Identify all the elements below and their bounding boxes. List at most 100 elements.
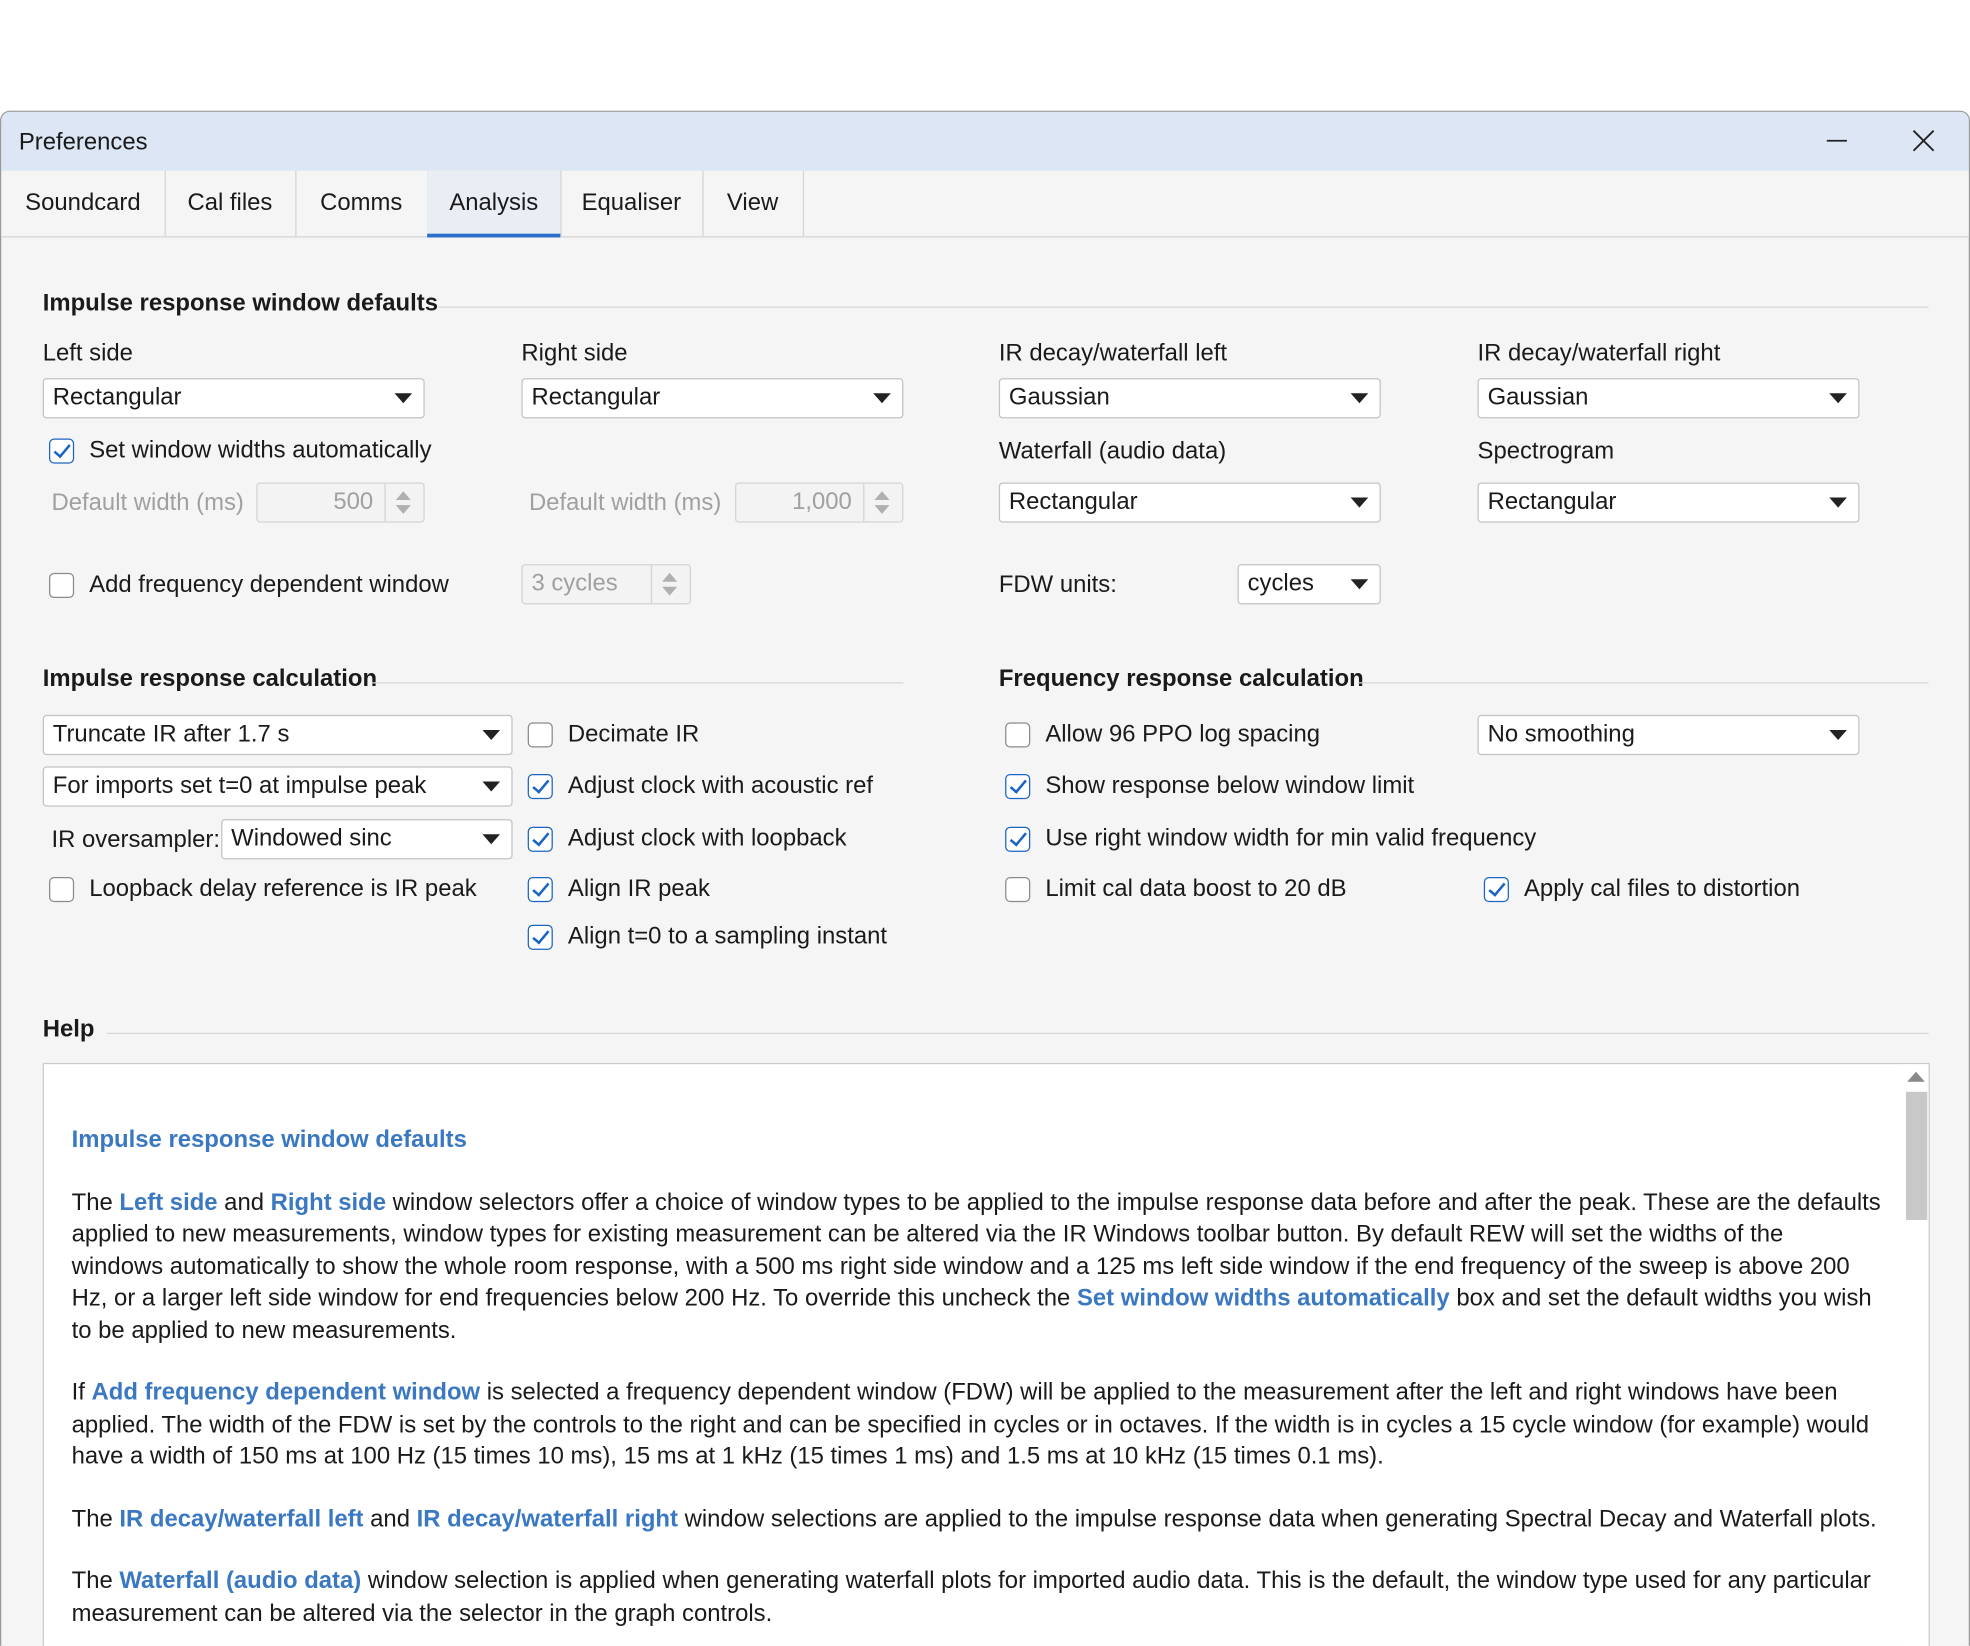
tab-comms[interactable]: Comms [295, 170, 429, 237]
help-keyword: Set window widths automatically [1076, 1285, 1450, 1312]
decay-right-select[interactable]: Gaussian [1477, 378, 1860, 419]
help-text: Impulse response window defaults The Lef… [72, 1124, 1881, 1645]
checkbox-icon [527, 722, 553, 748]
fdw-units-select[interactable]: cycles [1237, 564, 1381, 605]
tab-cal-files[interactable]: Cal files [165, 170, 297, 237]
minimize-icon [1826, 139, 1847, 142]
select-value: Rectangular [531, 384, 661, 411]
tab-label: Analysis [449, 189, 539, 217]
help-paragraph: The Waterfall (audio data) window select… [72, 1565, 1881, 1629]
down-arrow-icon [395, 505, 411, 514]
fdw-units-label: FDW units: [998, 571, 1117, 599]
tab-soundcard[interactable]: Soundcard [1, 170, 166, 237]
up-arrow-icon [874, 491, 890, 501]
left-side-select[interactable]: Rectangular [42, 378, 425, 419]
spectrogram-label: Spectrogram [1477, 438, 1615, 465]
scrollbar-thumb[interactable] [1905, 1091, 1928, 1220]
section-divider [1358, 682, 1929, 684]
select-value: Gaussian [1487, 384, 1589, 411]
help-text-run: and [363, 1505, 417, 1533]
decay-right-label: IR decay/waterfall right [1477, 340, 1721, 367]
checkbox-label: Loopback delay reference is IR peak [89, 875, 477, 903]
checkbox-icon [1005, 773, 1031, 800]
help-paragraph: The Left side and Right side window sele… [72, 1187, 1881, 1347]
chevron-down-icon [1350, 393, 1369, 404]
right-side-label: Right side [521, 340, 628, 367]
chevron-down-icon [873, 393, 891, 404]
right-side-select[interactable]: Rectangular [521, 378, 904, 419]
checkbox-label: Limit cal data boost to 20 dB [1045, 875, 1347, 903]
checkbox-label: Use right window width for min valid fre… [1045, 825, 1537, 852]
tab-label: Equaliser [581, 189, 682, 217]
up-arrow-icon [662, 572, 678, 582]
checkbox-label: Apply cal files to distortion [1524, 875, 1801, 903]
smoothing-select[interactable]: No smoothing [1477, 714, 1860, 756]
oversampler-label: IR oversampler: [51, 826, 221, 854]
tab-view[interactable]: View [702, 170, 805, 237]
tab-label: Soundcard [25, 189, 141, 217]
help-pane[interactable]: Impulse response window defaults The Lef… [42, 1062, 1930, 1646]
tab-equaliser[interactable]: Equaliser [560, 170, 704, 237]
window-title: Preferences [18, 129, 148, 156]
tab-label: Comms [320, 189, 403, 217]
oversampler-select[interactable]: Windowed sinc [221, 819, 513, 860]
section-divider [371, 682, 904, 684]
decay-left-select[interactable]: Gaussian [998, 378, 1381, 419]
checkbox-label: Decimate IR [567, 721, 700, 748]
chevron-down-icon [1350, 497, 1369, 508]
right-default-width-label: Default width (ms) [528, 489, 722, 517]
spinner-value: 3 cycles [531, 570, 618, 597]
fdw-cycles-spinner[interactable]: 3 cycles [521, 564, 692, 605]
help-text-run: window selections are applied to the imp… [677, 1505, 1877, 1533]
title-bar: Preferences [1, 111, 1969, 171]
help-text-run: The [71, 1567, 120, 1595]
decay-left-label: IR decay/waterfall left [998, 340, 1228, 367]
help-paragraph: The IR decay/waterfall left and IR decay… [72, 1503, 1881, 1535]
help-keyword: Waterfall (audio data) [119, 1567, 362, 1595]
checkbox-icon [1005, 826, 1031, 852]
spinner-buttons[interactable] [650, 565, 690, 604]
spinner-buttons[interactable] [384, 483, 423, 522]
ir-window-section-title: Impulse response window defaults [42, 290, 439, 317]
left-default-width-spinner[interactable]: 500 [256, 482, 425, 523]
checkbox-icon [48, 438, 75, 464]
help-section-title: Help [42, 1016, 95, 1043]
select-value: Truncate IR after 1.7 s [52, 721, 290, 748]
checkbox-label: Show response below window limit [1045, 772, 1415, 800]
chevron-down-icon [1829, 497, 1847, 508]
tab-bar: Soundcard Cal files Comms Analysis Equal… [1, 170, 1969, 238]
right-default-width-spinner[interactable]: 1,000 [734, 482, 904, 523]
chevron-down-icon [482, 781, 501, 792]
waterfall-label: Waterfall (audio data) [998, 438, 1227, 465]
checkbox-label: Allow 96 PPO log spacing [1045, 721, 1321, 748]
help-keyword: Add frequency dependent window [91, 1379, 481, 1406]
down-arrow-icon [874, 505, 890, 514]
help-text-run: and [217, 1189, 271, 1216]
minimize-button[interactable] [1799, 112, 1874, 171]
tab-label: Cal files [187, 189, 273, 217]
help-scrollbar[interactable] [1903, 1064, 1929, 1646]
checkbox-label: Add frequency dependent window [89, 571, 449, 599]
spectrogram-select[interactable]: Rectangular [1477, 482, 1860, 523]
tab-analysis[interactable]: Analysis [427, 170, 562, 238]
down-arrow-icon [662, 586, 678, 596]
fr-calc-section-title: Frequency response calculation [998, 665, 1364, 693]
imports-t0-select[interactable]: For imports set t=0 at impulse peak [42, 766, 513, 807]
checkbox-icon [1005, 722, 1031, 748]
select-value: cycles [1247, 570, 1314, 597]
close-button[interactable] [1886, 112, 1961, 171]
checkbox-label: Adjust clock with loopback [567, 825, 847, 852]
chevron-down-icon [482, 834, 501, 845]
waterfall-select[interactable]: Rectangular [998, 482, 1381, 523]
select-value: Rectangular [1487, 488, 1617, 516]
scroll-up-arrow-icon[interactable] [1907, 1071, 1925, 1082]
spinner-value: 1,000 [792, 488, 852, 516]
close-icon [1912, 129, 1935, 152]
spinner-buttons[interactable] [863, 483, 902, 522]
select-value: Rectangular [1008, 488, 1138, 516]
truncate-select[interactable]: Truncate IR after 1.7 s [42, 714, 513, 756]
chevron-down-icon [1829, 393, 1847, 404]
help-paragraph: If Add frequency dependent window is sel… [72, 1377, 1881, 1473]
help-keyword: Right side [270, 1189, 387, 1216]
help-text-run: If [71, 1379, 92, 1406]
